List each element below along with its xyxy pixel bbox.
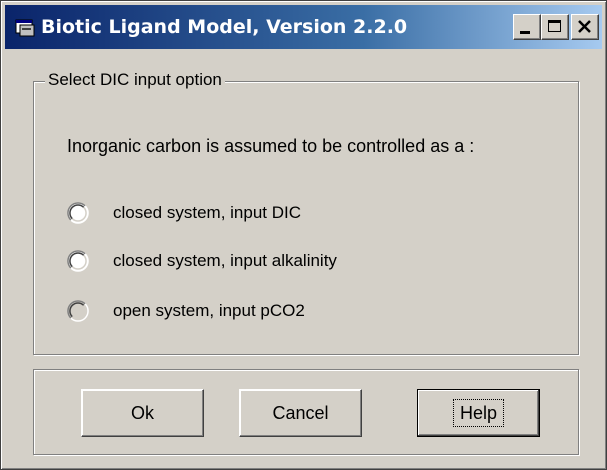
radio-button[interactable] xyxy=(67,300,89,322)
option-label: closed system, input DIC xyxy=(113,203,302,222)
title-bar[interactable]: Biotic Ligand Model, Version 2.2.0 xyxy=(5,5,602,49)
window-title: Biotic Ligand Model, Version 2.2.0 xyxy=(41,16,408,38)
maximize-icon xyxy=(548,20,561,32)
minimize-button[interactable] xyxy=(513,14,541,40)
maximize-button[interactable] xyxy=(541,14,569,40)
radio-button[interactable] xyxy=(67,250,89,272)
help-label: Help xyxy=(452,399,505,427)
group-title: Select DIC input option xyxy=(45,69,225,91)
option-label: open system, input pCO2 xyxy=(113,301,305,320)
ok-button[interactable]: Ok xyxy=(81,389,204,437)
cancel-label: Cancel xyxy=(272,403,329,423)
help-button[interactable]: Help xyxy=(417,389,540,437)
cancel-button[interactable]: Cancel xyxy=(239,389,362,437)
close-button[interactable] xyxy=(571,14,599,40)
radio-button[interactable] xyxy=(67,202,89,224)
option-label: closed system, input alkalinity xyxy=(113,251,337,270)
lead-text: Inorganic carbon is assumed to be contro… xyxy=(67,136,475,156)
close-icon xyxy=(578,20,591,33)
dialog-window: Biotic Ligand Model, Version 2.2.0 Selec… xyxy=(0,0,607,470)
minimize-icon xyxy=(520,31,530,34)
ok-label: Ok xyxy=(130,403,154,423)
app-icon xyxy=(15,19,35,37)
